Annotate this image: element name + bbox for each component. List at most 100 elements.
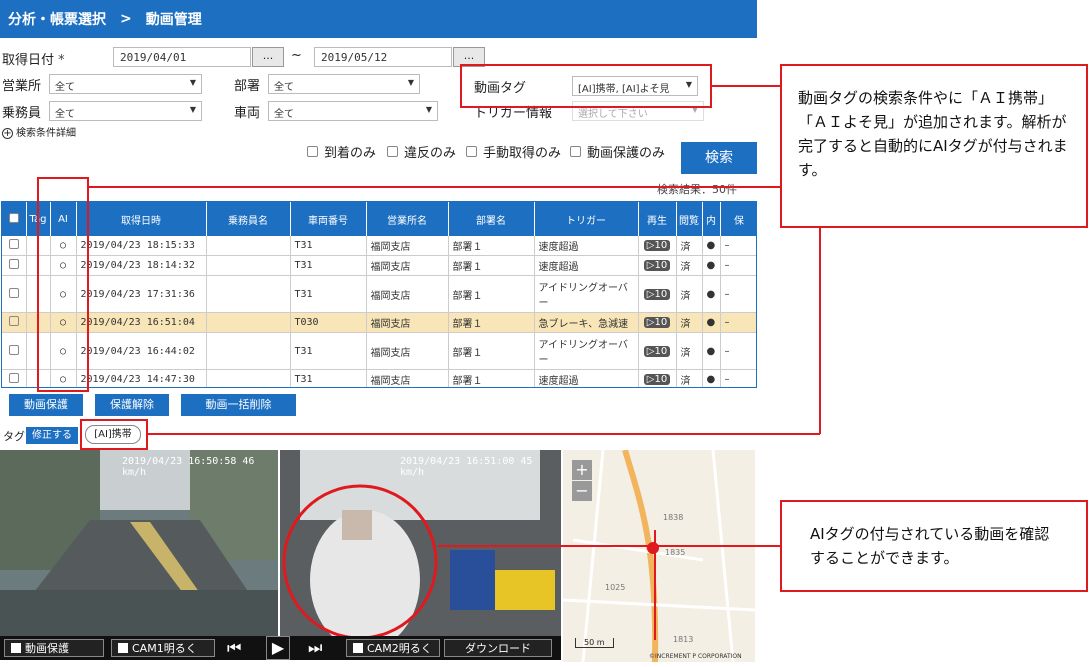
office-cell: 福岡支店 [366, 236, 449, 256]
table-row[interactable]: ○ 2019/04/23 18:14:32 T31 福岡支店 部署１ 速度超過 ▷10 済 ● – [2, 255, 756, 276]
vehicle-cell: T030 [290, 312, 367, 333]
column-header: 閲覧 [676, 202, 703, 236]
tag-filter-highlight [460, 64, 712, 108]
bulk-delete-button[interactable]: 動画一括削除 [181, 394, 296, 416]
vehicle-select[interactable]: 全て ▼ [268, 101, 438, 121]
trigger-cell: 速度超過 [534, 369, 639, 387]
checkbox-box [387, 146, 398, 157]
vehicle-cell: T31 [290, 369, 367, 387]
protect-cell: – [720, 236, 756, 256]
office-cell: 福岡支店 [366, 255, 449, 276]
dept-cell: 部署１ [448, 332, 535, 370]
protect-cell: – [720, 369, 756, 387]
checkbox-box [307, 146, 318, 157]
download-button[interactable]: ダウンロード [444, 639, 552, 657]
unprotect-button[interactable]: 保護解除 [95, 394, 169, 416]
inner-cell: ● [702, 312, 721, 333]
cam1-video[interactable]: 2019/04/23 16:50:58 46 km/h [0, 450, 278, 636]
cam2-brighten-toggle[interactable]: CAM2明るく [346, 639, 440, 657]
inner-cell: ● [702, 255, 721, 276]
search-detail-link[interactable]: + 検索条件詳細 [2, 124, 76, 139]
select-checkbox[interactable] [2, 236, 27, 256]
column-header: 営業所名 [366, 202, 449, 236]
dept-cell: 部署１ [448, 369, 535, 387]
edit-tag-button[interactable]: 修正する [26, 427, 78, 444]
checkbox-box [8, 373, 19, 383]
play-button[interactable]: ▷10 [638, 312, 677, 333]
checkbox-box [11, 643, 21, 653]
play-button[interactable]: ▷10 [638, 332, 677, 370]
map-label: 1025 [605, 583, 625, 592]
result-count: 検索結果：50件 [657, 183, 737, 196]
driver-cell [206, 332, 291, 370]
dept-cell: 部署１ [448, 312, 535, 333]
vehicle-cell: T31 [290, 332, 367, 370]
table-body: ○ 2019/04/23 18:15:33 T31 福岡支店 部署１ 速度超過 ▷10 済 ● –… [2, 236, 756, 387]
date-from-field[interactable]: 2019/04/01 [113, 47, 251, 67]
tag-row-label: タグ [3, 430, 25, 443]
select-checkbox[interactable] [2, 255, 27, 276]
chevron-down-icon: ▼ [189, 78, 196, 87]
callout-ai-tag-video: AIタグの付与されている動画を確認することができます。 [780, 500, 1088, 592]
office-select[interactable]: 全て ▼ [49, 74, 202, 94]
ai-tag-chip-highlight [80, 419, 148, 450]
select-checkbox[interactable] [2, 332, 27, 370]
datetime-cell: 2019/04/23 17:31:36 [76, 275, 207, 313]
play-10s-icon: ▷10 [643, 260, 671, 271]
date-from-picker-button[interactable]: ... [252, 47, 284, 67]
checkbox-box [8, 316, 19, 326]
crew-label: 乗務員 [2, 106, 42, 121]
table-row[interactable]: ○ 2019/04/23 17:31:36 T31 福岡支店 部署１ アイドリングオーバー… [2, 275, 756, 313]
map-label: 1813 [673, 635, 693, 644]
select-checkbox[interactable] [2, 275, 27, 313]
play-button[interactable]: ▷10 [638, 275, 677, 313]
arrival-only-checkbox[interactable]: 到着のみ [307, 142, 376, 161]
map-zoom-in-button[interactable]: + [572, 460, 592, 480]
previous-icon[interactable]: ⏮ [227, 638, 241, 658]
play-button[interactable]: ▷10 [638, 369, 677, 387]
select-checkbox[interactable] [2, 369, 27, 387]
next-icon[interactable]: ⏭ [308, 638, 322, 658]
cam2-video[interactable]: 2019/04/23 16:51:00 45 km/h [280, 450, 561, 636]
table-row[interactable]: ○ 2019/04/23 16:51:04 T030 福岡支店 部署１ 急ブレーキ、急減速… [2, 312, 756, 333]
callout-ai-tag-search: 動画タグの検索条件やに「ＡＩ携帯」「ＡＩよそ見」が追加されます。解析が完了すると… [780, 64, 1088, 228]
trigger-cell: 速度超過 [534, 236, 639, 256]
play-icon[interactable]: ▶ [266, 636, 290, 660]
breadcrumb-analysis[interactable]: 分析・帳票選択 [8, 9, 106, 29]
chevron-down-icon: ▼ [425, 105, 432, 114]
map-credit: ©INCREMENT P CORPORATION [649, 653, 742, 660]
play-button[interactable]: ▷10 [638, 236, 677, 256]
inner-cell: ● [702, 332, 721, 370]
vehicle-cell: T31 [290, 255, 367, 276]
select-all-checkbox[interactable] [8, 212, 19, 223]
datetime-cell: 2019/04/23 16:44:02 [76, 332, 207, 370]
map-panel[interactable]: 1838 1835 1025 1813 + − 50 m ©INCREMENT … [563, 450, 755, 662]
office-cell: 福岡支店 [366, 369, 449, 387]
cam1-brighten-toggle[interactable]: CAM1明るく [111, 639, 215, 657]
map-zoom-out-button[interactable]: − [572, 481, 592, 501]
table-row[interactable]: ○ 2019/04/23 18:15:33 T31 福岡支店 部署１ 速度超過 ▷10 済 ● – [2, 236, 756, 256]
column-header[interactable] [2, 202, 27, 236]
map-label: 1838 [663, 513, 683, 522]
play-button[interactable]: ▷10 [638, 255, 677, 276]
violation-only-checkbox[interactable]: 違反のみ [387, 142, 456, 161]
crew-select[interactable]: 全て ▼ [49, 101, 202, 121]
table-row[interactable]: ○ 2019/04/23 14:47:30 T31 福岡支店 部署１ 速度超過 ▷10 済 ● – [2, 369, 756, 387]
viewed-cell: 済 [676, 275, 703, 313]
manual-only-checkbox[interactable]: 手動取得のみ [466, 142, 561, 161]
dept-select[interactable]: 全て ▼ [268, 74, 420, 94]
chevron-down-icon: ▼ [407, 78, 414, 87]
protected-only-checkbox[interactable]: 動画保護のみ [570, 142, 665, 161]
inner-cell: ● [702, 369, 721, 387]
control-protect-toggle[interactable]: 動画保護 [4, 639, 104, 657]
datetime-cell: 2019/04/23 18:15:33 [76, 236, 207, 256]
driver-cell [206, 312, 291, 333]
search-button[interactable]: 検索 [681, 142, 757, 174]
breadcrumb: 分析・帳票選択 > 動画管理 [0, 0, 757, 38]
table-row[interactable]: ○ 2019/04/23 16:44:02 T31 福岡支店 部署１ アイドリングオーバー… [2, 332, 756, 370]
date-to-field[interactable]: 2019/05/12 [314, 47, 452, 67]
select-checkbox[interactable] [2, 312, 27, 333]
checkbox-box [8, 239, 19, 249]
datetime-cell: 2019/04/23 18:14:32 [76, 255, 207, 276]
protect-video-button[interactable]: 動画保護 [9, 394, 83, 416]
